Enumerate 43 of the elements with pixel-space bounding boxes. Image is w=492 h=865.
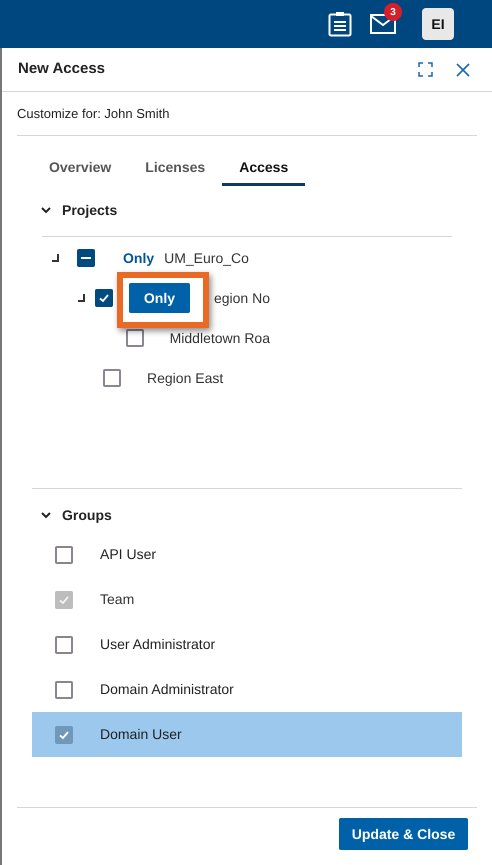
dash-icon <box>81 257 91 259</box>
tree-label[interactable]: UM_Euro_Co <box>164 248 249 268</box>
checkbox[interactable] <box>126 329 144 347</box>
group-row[interactable]: Domain Administrator <box>32 667 462 712</box>
tree-label[interactable]: Middletown Roa <box>170 328 270 348</box>
expand-icon[interactable] <box>418 62 433 77</box>
group-row[interactable]: API User <box>32 532 462 577</box>
tab[interactable]: Licenses <box>128 152 222 186</box>
group-label: Domain Administrator <box>100 680 234 699</box>
notification-badge: 3 <box>384 3 402 21</box>
tree-toggle-icon[interactable] <box>77 294 85 302</box>
group-row[interactable]: Domain User <box>32 712 462 757</box>
checkbox[interactable] <box>94 289 113 307</box>
group-label: Domain User <box>100 725 182 744</box>
clipboard-icon[interactable] <box>328 11 352 37</box>
section-title: Projects <box>62 200 118 220</box>
mail-icon[interactable] <box>370 14 396 34</box>
tree-label[interactable]: egion No <box>214 288 270 308</box>
update-close-button[interactable]: Update & Close <box>339 818 468 850</box>
group-label: Team <box>100 590 134 609</box>
check-icon <box>58 728 70 740</box>
tree-toggle-icon[interactable] <box>51 254 59 262</box>
checkbox[interactable] <box>55 680 73 698</box>
group-label: User Administrator <box>100 635 216 654</box>
tab[interactable]: Overview <box>32 152 128 186</box>
checkbox[interactable] <box>55 636 73 654</box>
check-icon <box>58 594 70 606</box>
group-label: API User <box>100 545 156 564</box>
checkbox[interactable] <box>55 546 73 564</box>
only-link[interactable]: Only <box>123 248 154 268</box>
checkbox[interactable] <box>55 726 73 744</box>
only-button[interactable]: Only <box>128 283 190 313</box>
checkbox[interactable] <box>103 369 121 387</box>
close-icon[interactable] <box>456 62 470 76</box>
tab[interactable]: Access <box>222 152 306 186</box>
avatar-button[interactable]: EI <box>422 8 454 40</box>
section-title: Groups <box>62 506 112 525</box>
group-row[interactable]: User Administrator <box>32 622 462 667</box>
check-icon <box>98 292 110 304</box>
panel-title: New Access <box>18 59 106 80</box>
checkbox[interactable] <box>77 249 95 267</box>
customize-label: Customize for: John Smith <box>17 104 170 123</box>
tree-label[interactable]: Region East <box>147 368 224 388</box>
